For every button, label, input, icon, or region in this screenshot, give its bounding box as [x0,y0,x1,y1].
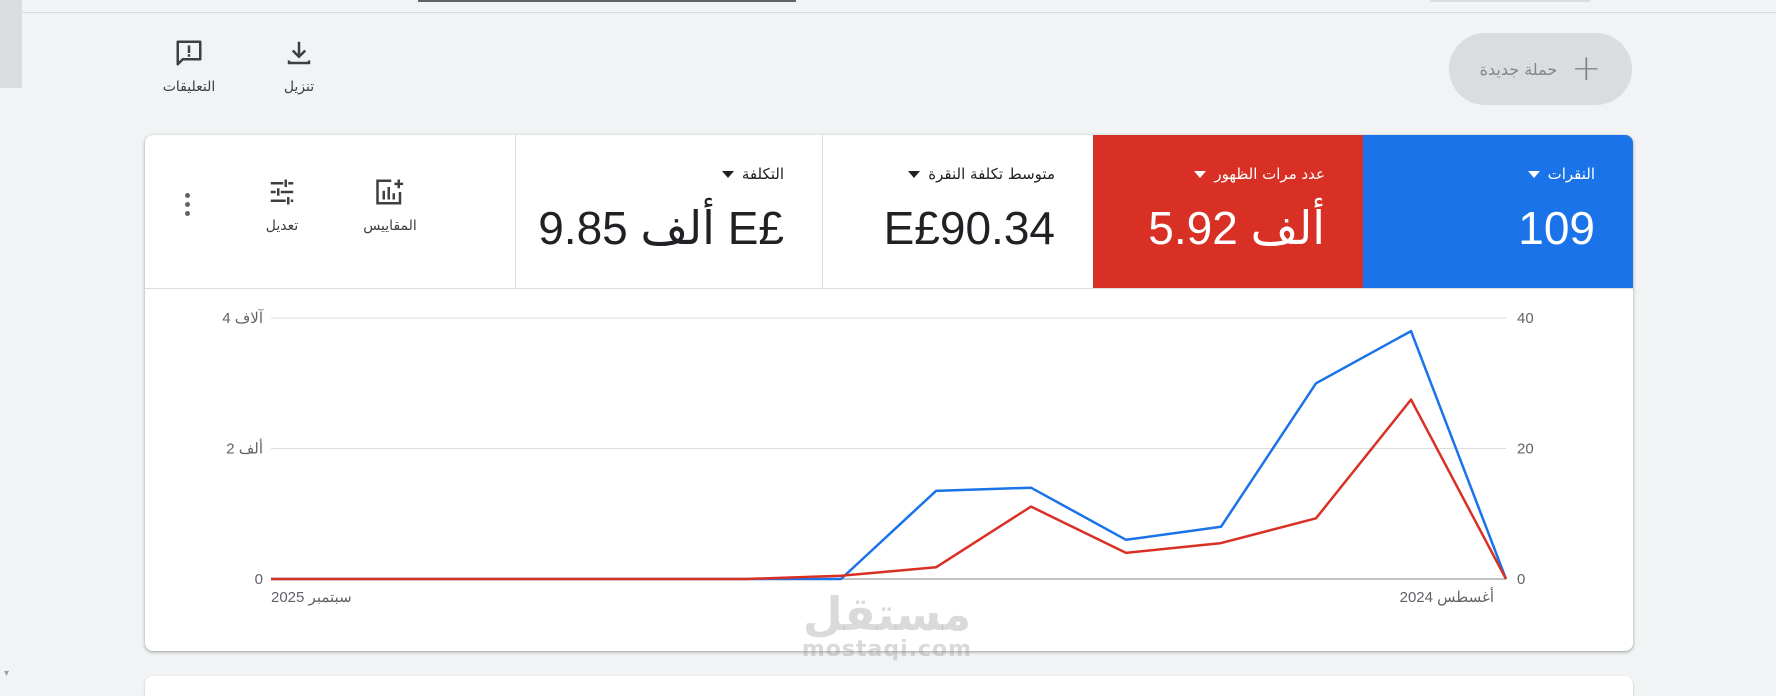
watermark-latin: mostaqi.com [801,637,973,662]
clicks-series-line [271,329,1508,581]
right-axis-tick: 20 [1517,441,1534,458]
metric-cost-name[interactable]: التكلفة [721,165,784,183]
metric-clicks-value: 109 [1518,202,1595,254]
new-campaign-label: حملة جديدة [1479,59,1558,79]
impressions-series-line [271,398,1508,581]
right-axis-tick: 40 [1517,310,1534,327]
chart-lines [271,329,1508,581]
adjust-label: تعديل [265,218,299,234]
top-tab-indicator [418,0,796,2]
metric-avg-cpc[interactable]: متوسط تكلفة النقرة E£90.34 [822,135,1093,288]
next-card-edge [145,676,1633,696]
metric-avg-cpc-value: E£90.34 [883,202,1055,254]
top-divider [0,12,1776,13]
metric-impressions[interactable]: عدد مرات الظهور 5.92 ألف [1093,135,1363,288]
metric-clicks-label: النقرات [1547,165,1595,183]
right-axis-tick: 0 [1517,571,1525,588]
metric-cost-value: 9.85 ألف E£ [538,202,784,254]
left-axis-tick: 4 آلاف [222,309,264,327]
adjust-button[interactable]: تعديل [237,177,327,234]
metric-clicks[interactable]: النقرات 109 [1363,135,1633,288]
feedback-button[interactable]: التعليقات [149,38,229,95]
dropdown-arrow-icon [1194,170,1207,178]
top-right-segment [1430,0,1590,2]
left-axis-tick: 2 ألف [226,439,263,458]
chart-grid [271,317,1506,580]
metric-clicks-name[interactable]: النقرات [1527,165,1595,183]
metrics-button[interactable]: المقاييس [345,177,435,234]
metrics-bar: النقرات 109 عدد مرات الظهور 5.92 ألف متو… [145,135,1633,289]
metric-avg-cpc-name[interactable]: متوسط تكلفة النقرة [908,165,1055,183]
x-axis-start-label: أغسطس 2024 [1400,587,1494,606]
feedback-icon [176,40,202,66]
metric-avg-cpc-label: متوسط تكلفة النقرة [928,165,1055,183]
performance-card: النقرات 109 عدد مرات الظهور 5.92 ألف متو… [145,135,1633,651]
tune-icon [270,179,294,205]
metric-impressions-name[interactable]: عدد مرات الظهور [1194,165,1325,183]
watermark-arabic: مستقل [802,587,972,641]
metrics-label: المقاييس [363,218,417,234]
download-button[interactable]: تنزيل [259,38,339,95]
metrics-chart-icon [376,179,404,205]
left-chevron-icon: ▾ [4,668,10,679]
metric-impressions-value: 5.92 ألف [1148,202,1325,254]
dropdown-arrow-icon [1527,170,1540,178]
metric-cost[interactable]: التكلفة 9.85 ألف E£ [515,135,822,288]
download-label: تنزيل [283,79,315,95]
left-axis-tick: 0 [255,571,263,588]
feedback-label: التعليقات [162,79,216,95]
new-campaign-button[interactable]: + حملة جديدة [1449,33,1632,105]
dropdown-arrow-icon [908,170,921,178]
metric-impressions-label: عدد مرات الظهور [1214,165,1325,183]
plus-icon: + [1571,48,1602,89]
download-icon [287,41,311,65]
watermark-logo: مستقل mostaqi.com [797,590,977,662]
x-axis-end-label: سبتمبر 2025 [271,589,352,606]
more-options-icon[interactable] [185,193,191,220]
metric-cost-label: التكلفة [741,165,784,183]
left-scroll-strip [0,0,22,88]
dropdown-arrow-icon [721,170,734,178]
